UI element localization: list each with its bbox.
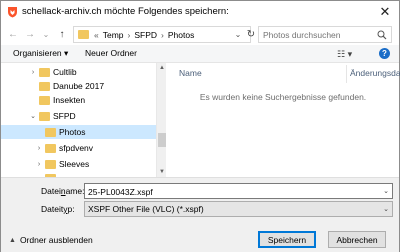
hide-folders-label: Ordner ausblenden: [19, 235, 93, 245]
arrow-left-icon: ←: [8, 28, 18, 40]
filetype-select[interactable]: XSPF Other File (VLC) (*.xspf) ⌄: [84, 201, 393, 217]
caret-up-icon: ▲: [9, 236, 16, 244]
breadcrumb: « Temp › SFPD › Photos: [94, 30, 194, 40]
arrow-right-icon: →: [25, 28, 35, 40]
filename-field[interactable]: ⌄: [84, 183, 393, 199]
tree-item-label: Cultlib: [53, 67, 77, 77]
tree-item-sfpd[interactable]: ⌄ SFPD: [1, 109, 156, 123]
chevron-down-icon: ⌄: [383, 206, 389, 213]
organize-button[interactable]: Organisieren ▾: [13, 48, 68, 59]
hide-folders-toggle[interactable]: ▲ Ordner ausblenden: [9, 235, 93, 245]
tree-item-sleeves[interactable]: › Sleeves: [1, 157, 156, 171]
close-icon: ✕: [379, 4, 391, 19]
tree-item-photos[interactable]: Photos: [1, 125, 156, 139]
folder-tree: › Cultlib Danube 2017 Insekten ⌄ SFPD Ph…: [1, 63, 166, 177]
tree-item-label: SFPD: [53, 111, 76, 121]
empty-results-message: Es wurden keine Suchergebnisse gefunden.: [199, 92, 367, 102]
breadcrumb-sfpd[interactable]: SFPD: [134, 30, 157, 40]
save-form: Dateiname: ⌄ Dateityp: XSPF Other File (…: [1, 177, 399, 227]
tree-item-label: Sleeves: [59, 159, 90, 169]
tree-item-cultlib[interactable]: › Cultlib: [1, 65, 156, 79]
folder-icon: [39, 96, 50, 105]
cancel-button[interactable]: Abbrechen: [328, 231, 386, 248]
chevron-down-icon: ⌄: [42, 29, 50, 39]
chevron-right-icon[interactable]: ›: [29, 66, 37, 78]
tree-scrollbar[interactable]: ▲ ▼: [156, 63, 166, 177]
close-button[interactable]: ✕: [371, 1, 399, 23]
tree-item-insekten[interactable]: Insekten: [1, 93, 156, 107]
dialog-footer: ▲ Ordner ausblenden Speichern Abbrechen: [1, 227, 399, 252]
refresh-icon: ↻: [246, 28, 256, 40]
arrow-up-icon: ↑: [59, 28, 65, 40]
tree-item-label: Insekten: [53, 95, 86, 105]
filetype-value: XSPF Other File (VLC) (*.xspf): [88, 204, 204, 214]
folder-icon: [39, 112, 50, 121]
save-dialog: schellack-archiv.ch möchte Folgendes spe…: [0, 0, 400, 252]
refresh-button[interactable]: ↻: [245, 26, 257, 42]
folder-icon: [45, 160, 56, 169]
window-title: schellack-archiv.ch möchte Folgendes spe…: [22, 6, 229, 17]
view-options-icon[interactable]: ☷ ▾: [337, 49, 355, 59]
breadcrumb-photos[interactable]: Photos: [168, 30, 194, 40]
address-bar[interactable]: « Temp › SFPD › Photos: [73, 26, 251, 43]
tree-item-label: sfpdvenv: [59, 143, 94, 153]
folder-icon: [45, 144, 56, 153]
tree-item-label: Photos: [59, 127, 86, 137]
folder-icon: [39, 68, 50, 77]
chevron-right-icon[interactable]: ›: [35, 158, 43, 170]
search-box[interactable]: [258, 26, 392, 43]
title-bar: schellack-archiv.ch möchte Folgendes spe…: [1, 1, 399, 23]
up-button[interactable]: ↑: [55, 26, 69, 42]
tree-item-danube-2017[interactable]: Danube 2017: [1, 79, 156, 93]
column-divider[interactable]: [346, 65, 347, 83]
chevron-down-icon: ⌄: [234, 29, 242, 39]
tree-item-sfpdvenv[interactable]: › sfpdvenv: [1, 141, 156, 155]
new-folder-button[interactable]: Neuer Ordner: [85, 48, 137, 58]
search-icon: [377, 30, 387, 40]
filetype-label: Dateityp:: [41, 204, 75, 214]
recent-locations-button[interactable]: ⌄: [39, 26, 53, 42]
chevron-right-icon[interactable]: ›: [35, 142, 43, 154]
command-toolbar: Organisieren ▾ Neuer Ordner ☷ ▾ ?: [1, 45, 399, 63]
search-input[interactable]: [263, 29, 375, 41]
scroll-down-icon[interactable]: ▼: [157, 167, 167, 177]
scrollbar-thumb[interactable]: [158, 133, 166, 147]
folder-icon: [78, 30, 89, 39]
breadcrumb-separator[interactable]: ›: [128, 30, 131, 40]
scroll-up-icon[interactable]: ▲: [157, 63, 167, 73]
back-button[interactable]: ←: [6, 26, 20, 42]
save-button[interactable]: Speichern: [258, 231, 316, 248]
forward-button[interactable]: →: [23, 26, 37, 42]
folder-icon: [45, 128, 56, 137]
filename-input[interactable]: [88, 186, 378, 197]
tree-item-label: Danube 2017: [53, 81, 105, 91]
address-dropdown-button[interactable]: ⌄: [233, 26, 243, 42]
breadcrumb-temp[interactable]: Temp: [103, 30, 124, 40]
chevron-down-icon[interactable]: ⌄: [383, 187, 389, 195]
brave-lion-icon: [8, 7, 17, 18]
filename-label: Dateiname:: [41, 186, 85, 196]
column-header-modified[interactable]: Änderungsdatu: [350, 68, 400, 78]
folder-icon: [39, 82, 50, 91]
chevron-down-icon[interactable]: ⌄: [29, 110, 37, 122]
breadcrumb-separator[interactable]: ›: [161, 30, 164, 40]
file-list: Name Änderungsdatu Es wurden keine Suche…: [167, 63, 400, 177]
column-header-name[interactable]: Name: [179, 68, 202, 78]
help-icon[interactable]: ?: [379, 48, 390, 59]
breadcrumb-overflow[interactable]: «: [94, 30, 99, 40]
